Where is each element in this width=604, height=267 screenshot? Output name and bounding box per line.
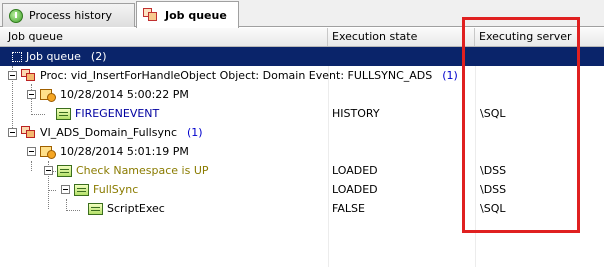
collapse-toggle[interactable] bbox=[61, 185, 70, 194]
tab-label: Job queue bbox=[165, 8, 227, 22]
tree-node: Check Namespace is UP bbox=[44, 161, 209, 180]
tree-node: Proc: vid_InsertForHandleObject Object: … bbox=[8, 66, 458, 85]
tree-node: 10/28/2014 5:01:19 PM bbox=[27, 142, 189, 161]
column-header-executing-server[interactable]: Executing server bbox=[475, 28, 604, 46]
tab-process-history[interactable]: Process history bbox=[2, 3, 135, 27]
job-queue-tree[interactable]: Job queue (2) Proc: vid_InsertForHandleO… bbox=[0, 47, 604, 267]
tree-root-icon bbox=[12, 51, 22, 62]
collapse-toggle[interactable] bbox=[8, 71, 17, 80]
row-count: (1) bbox=[187, 126, 203, 139]
row-name: ScriptExec bbox=[107, 202, 165, 215]
row-name: Check Namespace is UP bbox=[76, 164, 209, 177]
table-row[interactable]: Check Namespace is UP LOADED \DSS bbox=[0, 161, 604, 180]
job-queue-icon bbox=[143, 8, 159, 22]
tree-node: ScriptExec bbox=[88, 199, 165, 218]
executing-server-cell: \DSS bbox=[480, 164, 507, 177]
column-header: Job queue Execution state Executing serv… bbox=[0, 28, 604, 47]
task-icon bbox=[88, 202, 103, 215]
execution-state-cell: LOADED bbox=[332, 164, 378, 177]
row-name: 10/28/2014 5:00:22 PM bbox=[60, 88, 189, 101]
collapse-toggle[interactable] bbox=[8, 128, 17, 137]
table-row[interactable]: Proc: vid_InsertForHandleObject Object: … bbox=[0, 66, 604, 85]
collapse-toggle[interactable] bbox=[44, 166, 53, 175]
row-count: (1) bbox=[442, 69, 458, 82]
table-row[interactable]: 10/28/2014 5:00:22 PM bbox=[0, 85, 604, 104]
table-row[interactable]: 10/28/2014 5:01:19 PM bbox=[0, 142, 604, 161]
tree-node: VI_ADS_Domain_Fullsync (1) bbox=[8, 123, 203, 142]
tab-job-queue[interactable]: Job queue bbox=[136, 1, 239, 28]
scheduled-time-icon bbox=[40, 88, 56, 102]
task-icon bbox=[74, 183, 89, 196]
tree-node: 10/28/2014 5:00:22 PM bbox=[27, 85, 189, 104]
table-row[interactable]: FullSync LOADED \DSS bbox=[0, 180, 604, 199]
table-row[interactable]: Job queue (2) bbox=[0, 47, 604, 66]
executing-server-cell: \DSS bbox=[480, 183, 507, 196]
row-name: Job queue bbox=[26, 50, 81, 63]
row-name: FullSync bbox=[93, 183, 139, 196]
tab-label: Process history bbox=[29, 9, 113, 22]
column-header-execution-state[interactable]: Execution state bbox=[328, 28, 475, 46]
row-name: Proc: vid_InsertForHandleObject Object: … bbox=[40, 69, 433, 82]
execution-state-cell: LOADED bbox=[332, 183, 378, 196]
executing-server-cell: \SQL bbox=[480, 107, 506, 120]
column-header-job-queue[interactable]: Job queue bbox=[4, 28, 328, 46]
table-row[interactable]: VI_ADS_Domain_Fullsync (1) bbox=[0, 123, 604, 142]
collapse-toggle[interactable] bbox=[27, 147, 36, 156]
task-icon bbox=[56, 107, 71, 120]
execution-state-cell: FALSE bbox=[332, 202, 365, 215]
tree-node: FIREGENEVENT bbox=[56, 104, 159, 123]
task-icon bbox=[57, 164, 72, 177]
executing-server-cell: \SQL bbox=[480, 202, 506, 215]
scheduled-time-icon bbox=[40, 145, 56, 159]
tree-node: FullSync bbox=[61, 180, 138, 199]
execution-state-cell: HISTORY bbox=[332, 107, 380, 120]
job-queue-icon bbox=[21, 126, 36, 139]
collapse-toggle[interactable] bbox=[27, 90, 36, 99]
row-name: FIREGENEVENT bbox=[75, 107, 160, 120]
table-row[interactable]: FIREGENEVENT HISTORY \SQL bbox=[0, 104, 604, 123]
table-row[interactable]: ScriptExec FALSE \SQL bbox=[0, 199, 604, 218]
job-queue-icon bbox=[21, 69, 36, 82]
process-history-icon bbox=[9, 8, 23, 23]
row-count: (2) bbox=[90, 50, 107, 63]
tree-node: Job queue (2) bbox=[12, 47, 107, 66]
row-name: 10/28/2014 5:01:19 PM bbox=[60, 145, 189, 158]
tab-strip: Process history Job queue bbox=[0, 0, 604, 28]
row-name: VI_ADS_Domain_Fullsync bbox=[40, 126, 178, 139]
